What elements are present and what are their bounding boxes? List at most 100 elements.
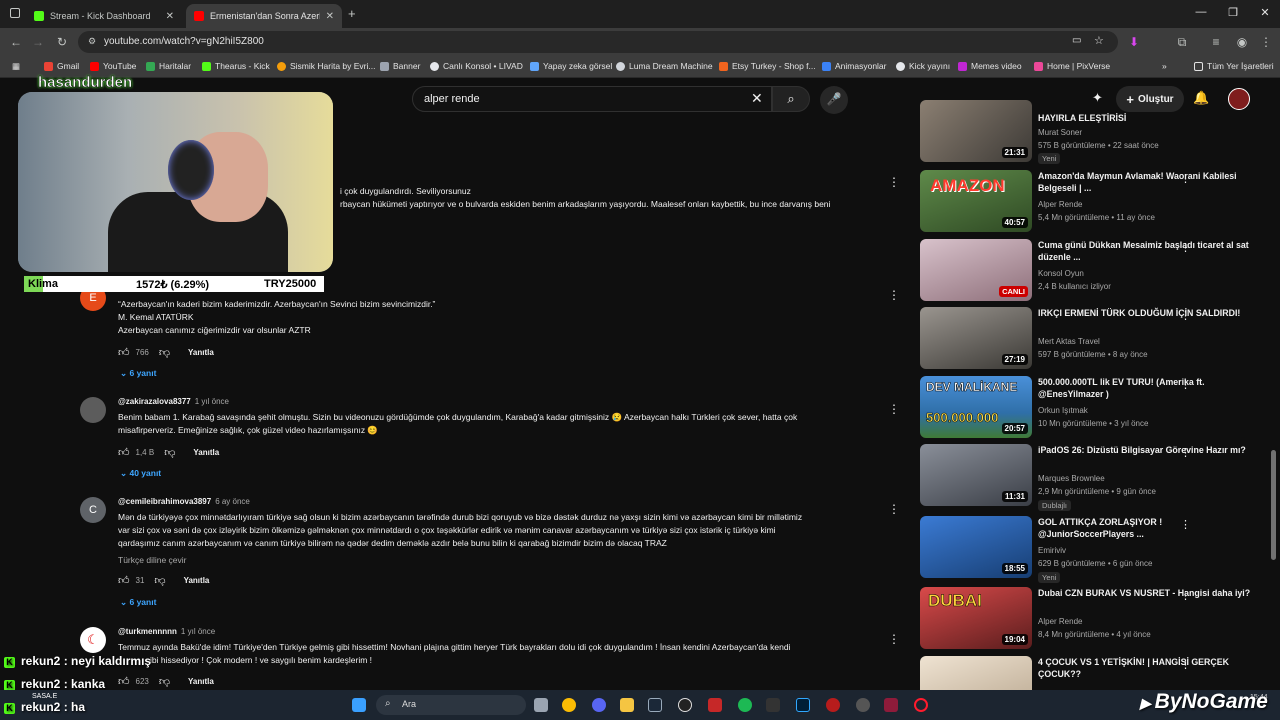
obs-icon[interactable]	[678, 698, 692, 712]
channel-name[interactable]: Murat Soner	[1038, 128, 1082, 137]
voice-search-button[interactable]: 🎤	[820, 86, 848, 114]
recommended-video[interactable]: DUBAI 19:04 Dubai CZN BURAK VS NUSRET - …	[920, 587, 1270, 651]
chrome-icon[interactable]	[562, 698, 576, 712]
bookmark-kick-yayini[interactable]: Kick yayını	[896, 61, 950, 71]
video-title[interactable]: iPadOS 26: Dizüstü Bilgisayar Görevine H…	[1038, 444, 1256, 456]
menu-dots-icon[interactable]: ⋮	[1258, 35, 1274, 49]
video-menu-icon[interactable]: ⋮	[1180, 378, 1191, 391]
recommended-video[interactable]: CANLI Cuma günü Dükkan Mesaimiz başladı …	[920, 239, 1270, 303]
recommended-video[interactable]: 4 ÇOCUK VS 1 YETİŞKİN! | HANGİSİ GERÇEK …	[920, 656, 1270, 690]
reload-icon[interactable]: ↻	[54, 35, 70, 49]
video-menu-icon[interactable]: ⋮	[1180, 241, 1191, 254]
view-replies-button[interactable]: ⌄ 6 yanıt	[120, 368, 156, 379]
channel-name[interactable]: Konsol Oyun	[1038, 269, 1084, 278]
recommended-video[interactable]: 11:31 iPadOS 26: Dizüstü Bilgisayar Göre…	[920, 444, 1270, 514]
dislike-icon[interactable]: 👎︎	[164, 446, 175, 459]
bookmark-star-icon[interactable]: ☆	[1094, 34, 1104, 47]
comment-menu-icon[interactable]: ⋮	[888, 632, 900, 646]
comment-username[interactable]: @cemileibrahimova3897	[118, 497, 211, 506]
like-icon[interactable]: 👍︎	[118, 574, 130, 587]
bookmark-etsy[interactable]: Etsy Turkey - Shop f...	[719, 61, 816, 71]
video-thumbnail[interactable]: 27:19	[920, 307, 1032, 369]
extension-icon[interactable]: ⬇	[1126, 35, 1142, 49]
discord-icon[interactable]	[592, 698, 606, 712]
video-menu-icon[interactable]: ⋮	[1180, 518, 1191, 531]
search-button[interactable]: ⌕	[772, 86, 810, 112]
bookmark-pixverse[interactable]: Home | PixVerse	[1034, 61, 1110, 71]
bookmark-sismik-harita[interactable]: Sismik Harita by Evri...	[277, 61, 376, 71]
window-close-button[interactable]: ✕	[1250, 6, 1280, 19]
bookmark-canli-konsol[interactable]: Canlı Konsol • LIVAD	[430, 61, 523, 71]
media-icon[interactable]: ≡	[1208, 35, 1224, 49]
video-thumbnail[interactable]: AMAZON 40:57	[920, 170, 1032, 232]
bookmark-luma[interactable]: Luma Dream Machine	[616, 61, 713, 71]
minimize-button[interactable]: —	[1186, 6, 1216, 18]
bookmark-yapay-zeka[interactable]: Yapay zeka görsel	[530, 61, 612, 71]
channel-name[interactable]: Emiriviv	[1038, 546, 1066, 555]
opera-icon[interactable]	[914, 698, 928, 712]
photoshop-icon[interactable]	[796, 698, 810, 712]
app-icon[interactable]	[884, 698, 898, 712]
close-icon[interactable]: ✕	[326, 11, 334, 22]
close-icon[interactable]: ✕	[166, 11, 174, 22]
windows-start-icon[interactable]	[352, 698, 366, 712]
reply-button[interactable]: Yanıtla	[193, 448, 219, 457]
comment-menu-icon[interactable]: ⋮	[888, 502, 900, 516]
back-icon[interactable]: ←	[8, 35, 24, 49]
extensions-puzzle-icon[interactable]: ⧉	[1174, 35, 1190, 50]
video-menu-icon[interactable]: ⋮	[1180, 446, 1191, 459]
comment-time[interactable]: 1 yıl önce	[195, 397, 229, 406]
dislike-icon[interactable]: 👎︎	[154, 574, 165, 587]
comment-menu-icon[interactable]: ⋮	[888, 288, 900, 302]
comment-time[interactable]: 6 ay önce	[215, 497, 250, 506]
avatar[interactable]: ☾	[80, 627, 106, 653]
bookmark-gmail[interactable]: Gmail	[44, 61, 79, 71]
recommended-video[interactable]: 21:31 HAYIRLA ELEŞTİRİSİ Murat Soner 575…	[920, 100, 1270, 168]
comment-menu-icon[interactable]: ⋮	[888, 175, 900, 189]
channel-name[interactable]: Orkun Işıtmak	[1038, 406, 1088, 415]
folder-icon[interactable]	[620, 698, 634, 712]
cast-icon[interactable]: ▭	[1072, 35, 1081, 46]
video-title[interactable]: Amazon'da Maymun Avlamak! Waorani Kabile…	[1038, 170, 1256, 194]
tab-youtube-video[interactable]: Ermenistan'dan Sonra Azerbay ✕	[186, 4, 342, 28]
profile-icon[interactable]: ◉	[1234, 35, 1250, 49]
taskbar-search[interactable]: ⌕ Ara	[376, 695, 526, 715]
apps-grid-icon[interactable]: ▦	[12, 61, 20, 72]
like-icon[interactable]: 👍︎	[118, 446, 130, 459]
video-title[interactable]: HAYIRLA ELEŞTİRİSİ	[1038, 112, 1256, 124]
epic-games-icon[interactable]	[766, 698, 780, 712]
channel-name[interactable]: Mert Aktas Travel	[1038, 337, 1100, 346]
channel-name[interactable]: Alper Rende	[1038, 200, 1082, 209]
new-tab-button[interactable]: +	[348, 6, 356, 21]
channel-name[interactable]: Marques Brownlee	[1038, 474, 1105, 483]
recommended-video[interactable]: 18:55 GOL ATTIKÇA ZORLAŞIYOR ! @JuniorSo…	[920, 516, 1270, 586]
video-menu-icon[interactable]: ⋮	[1180, 589, 1191, 602]
recommended-video[interactable]: DEV MALİKANE 500.000.000 20:57 500.000.0…	[920, 376, 1270, 440]
spotify-icon[interactable]	[738, 698, 752, 712]
video-menu-icon[interactable]: ⋮	[1180, 172, 1191, 185]
steam-icon[interactable]	[648, 698, 662, 712]
like-icon[interactable]: 👍︎	[118, 346, 130, 359]
video-title[interactable]: 500.000.000TL lik EV TURU! (Amerika ft. …	[1038, 376, 1256, 400]
site-info-icon[interactable]: ⚙	[88, 36, 96, 47]
forward-icon[interactable]: →	[30, 35, 46, 49]
recommended-video[interactable]: 27:19 IRKÇI ERMENİ TÜRK OLDUĞUM İÇİN SAL…	[920, 307, 1270, 371]
bookmark-animasyonlar[interactable]: Animasyonlar	[822, 61, 887, 71]
bookmarks-overflow-icon[interactable]: »	[1162, 61, 1167, 71]
app-icon[interactable]	[856, 698, 870, 712]
translate-link[interactable]: Türkçe diline çevir	[118, 554, 868, 567]
maximize-button[interactable]: ❐	[1218, 6, 1248, 19]
recommended-video[interactable]: AMAZON 40:57 Amazon'da Maymun Avlamak! W…	[920, 170, 1270, 234]
dislike-icon[interactable]: 👎︎	[159, 346, 170, 359]
bookmark-youtube[interactable]: YouTube	[90, 61, 136, 71]
video-thumbnail[interactable]: CANLI	[920, 239, 1032, 301]
dislike-icon[interactable]: 👎︎	[159, 675, 170, 688]
comment-username[interactable]: @zakirazalova8377	[118, 397, 191, 406]
comment-time[interactable]: 1 yıl önce	[181, 627, 215, 636]
like-icon[interactable]: 👍︎	[118, 675, 130, 688]
video-menu-icon[interactable]: ⋮	[1180, 658, 1191, 671]
video-title[interactable]: 4 ÇOCUK VS 1 YETİŞKİN! | HANGİSİ GERÇEK …	[1038, 656, 1256, 680]
scrollbar-thumb[interactable]	[1271, 450, 1276, 560]
reply-button[interactable]: Yanıtla	[184, 576, 210, 585]
tab-kick-dashboard[interactable]: Stream - Kick Dashboard ✕	[26, 4, 182, 28]
